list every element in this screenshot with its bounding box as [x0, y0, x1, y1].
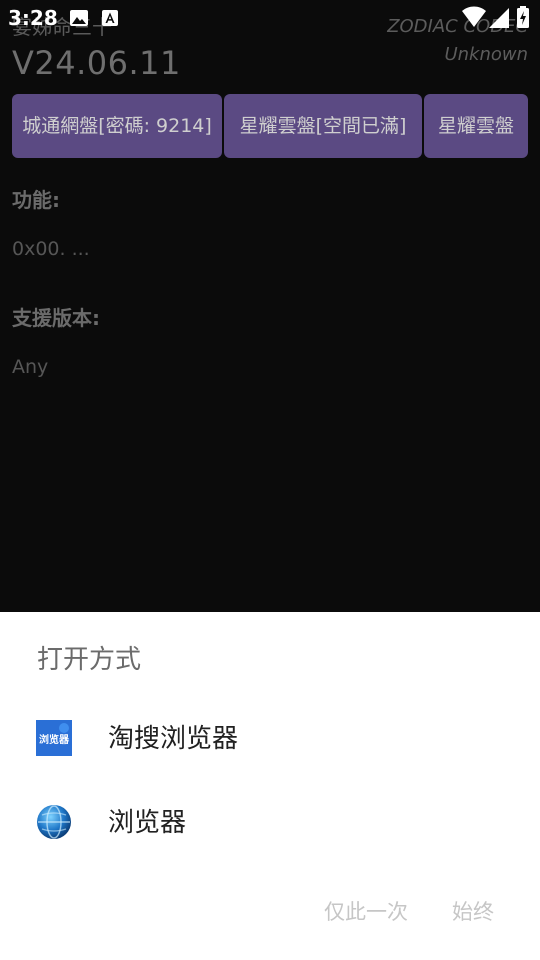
app-version: V24.06.11	[12, 44, 181, 82]
sheet-title: 打开方式	[37, 645, 142, 675]
support-version-value: Any	[12, 356, 49, 378]
option-taosou-browser[interactable]: 浏览器 淘搜浏览器	[0, 702, 540, 774]
taosou-browser-icon: 浏览器	[36, 720, 72, 756]
wifi-icon	[462, 6, 486, 27]
globe-browser-icon	[37, 805, 71, 839]
a-icon	[102, 10, 118, 26]
status-bar: 3:28	[0, 0, 540, 36]
features-value: 0x00. ...	[12, 238, 90, 260]
always-button[interactable]: 始终	[452, 896, 494, 926]
features-label: 功能:	[12, 188, 60, 212]
image-icon	[70, 10, 88, 26]
option-label: 浏览器	[108, 808, 187, 838]
codec-status: Unknown	[444, 44, 528, 65]
open-with-sheet: 打开方式 浏览器 淘搜浏览器 浏览器 仅此一次 始终	[0, 612, 540, 960]
ctfile-download-button[interactable]: 城通網盤[密碼: 9214]	[12, 94, 222, 158]
xingyao-cloud-button[interactable]: 星耀雲盤	[424, 94, 528, 158]
xingyao-cloud-full-button[interactable]: 星耀雲盤[空間已滿]	[224, 94, 422, 158]
download-buttons: 城通網盤[密碼: 9214] 星耀雲盤[空間已滿] 星耀雲盤	[12, 94, 528, 158]
just-once-button[interactable]: 仅此一次	[324, 896, 408, 926]
background-app: 宴姊命三十 V24.06.11 ZODIAC CODEC Unknown 城通網…	[0, 0, 540, 612]
signal-icon	[489, 8, 509, 28]
support-version-label: 支援版本:	[12, 306, 100, 330]
status-time: 3:28	[8, 6, 58, 30]
option-label: 淘搜浏览器	[108, 724, 239, 754]
taosou-browser-icon-text: 浏览器	[39, 733, 70, 746]
battery-charging-icon	[517, 6, 529, 28]
option-browser[interactable]: 浏览器	[0, 786, 540, 858]
